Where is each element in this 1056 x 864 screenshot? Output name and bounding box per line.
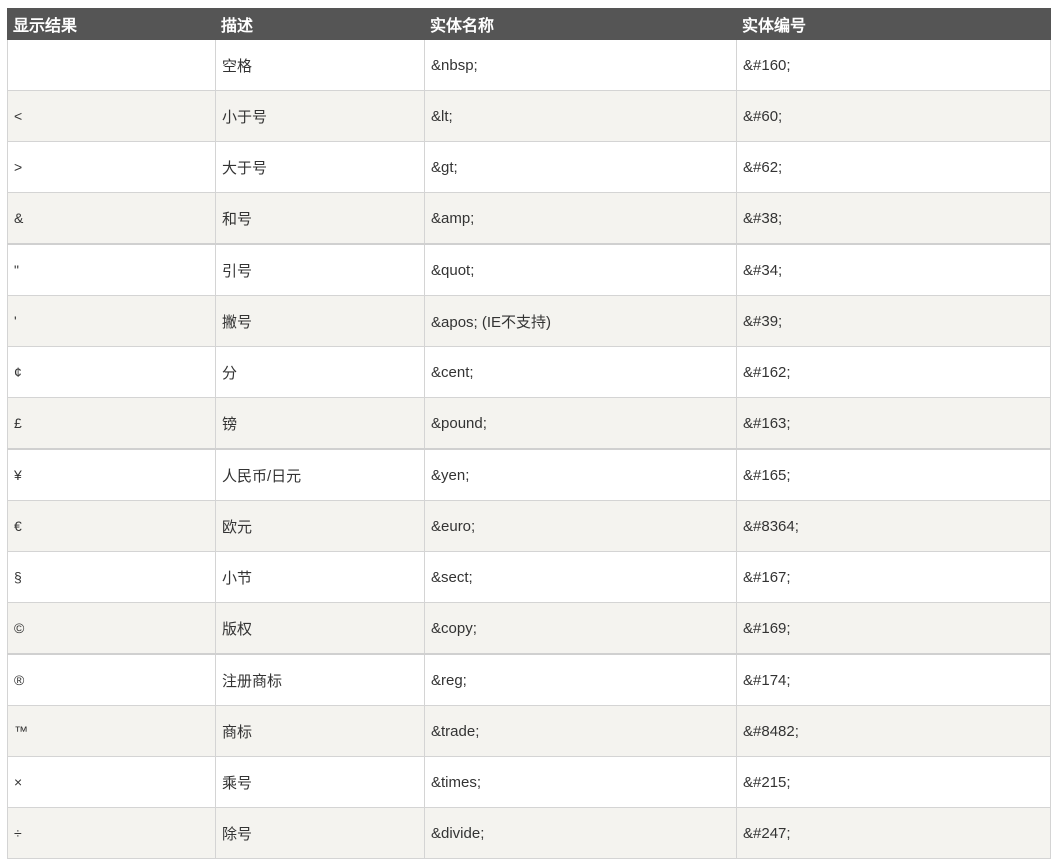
cell-description: 乘号 <box>215 756 425 808</box>
header-row: 显示结果 描述 实体名称 实体编号 <box>7 8 1051 40</box>
table-row: ' 撇号 &apos; (IE不支持) &#39; <box>7 295 1051 347</box>
cell-description: 引号 <box>215 243 425 296</box>
table-row: & 和号 &amp; &#38; <box>7 192 1051 245</box>
cell-result: ® <box>7 653 216 706</box>
cell-description: 欧元 <box>215 500 425 552</box>
table-row: § 小节 &sect; &#167; <box>7 551 1051 603</box>
cell-result: & <box>7 192 216 245</box>
cell-result: ™ <box>7 705 216 757</box>
cell-result: " <box>7 243 216 296</box>
cell-description: 版权 <box>215 602 425 655</box>
cell-entity-number: &#247; <box>736 807 1051 859</box>
table-row: € 欧元 &euro; &#8364; <box>7 500 1051 552</box>
cell-entity-name: &nbsp; <box>424 39 737 91</box>
cell-entity-name: &euro; <box>424 500 737 552</box>
cell-entity-number: &#8482; <box>736 705 1051 757</box>
cell-description: 人民币/日元 <box>215 448 425 501</box>
header-entity-number: 实体编号 <box>736 8 1051 40</box>
cell-entity-number: &#38; <box>736 192 1051 245</box>
cell-entity-number: &#174; <box>736 653 1051 706</box>
cell-entity-name: &cent; <box>424 346 737 398</box>
table-body: 空格 &nbsp; &#160; < 小于号 &lt; &#60; > 大于号 … <box>7 39 1051 859</box>
cell-result: ÷ <box>7 807 216 859</box>
table-row: < 小于号 &lt; &#60; <box>7 90 1051 142</box>
cell-entity-name: &sect; <box>424 551 737 603</box>
cell-entity-name: &apos; (IE不支持) <box>424 295 737 347</box>
cell-entity-name: &copy; <box>424 602 737 655</box>
cell-description: 镑 <box>215 397 425 450</box>
header-result: 显示结果 <box>7 8 216 40</box>
table-row: " 引号 &quot; &#34; <box>7 243 1051 296</box>
cell-description: 大于号 <box>215 141 425 193</box>
cell-result: × <box>7 756 216 808</box>
cell-entity-number: &#215; <box>736 756 1051 808</box>
cell-description: 商标 <box>215 705 425 757</box>
cell-description: 注册商标 <box>215 653 425 706</box>
cell-result: ' <box>7 295 216 347</box>
cell-entity-name: &lt; <box>424 90 737 142</box>
cell-description: 和号 <box>215 192 425 245</box>
cell-entity-number: &#39; <box>736 295 1051 347</box>
table-row: × 乘号 &times; &#215; <box>7 756 1051 808</box>
cell-result: £ <box>7 397 216 450</box>
cell-entity-number: &#165; <box>736 448 1051 501</box>
cell-description: 空格 <box>215 39 425 91</box>
cell-result: § <box>7 551 216 603</box>
cell-entity-number: &#163; <box>736 397 1051 450</box>
cell-entity-name: &amp; <box>424 192 737 245</box>
cell-entity-name: &pound; <box>424 397 737 450</box>
cell-result: © <box>7 602 216 655</box>
cell-entity-number: &#62; <box>736 141 1051 193</box>
table-row: > 大于号 &gt; &#62; <box>7 141 1051 193</box>
cell-entity-name: &trade; <box>424 705 737 757</box>
entity-table-container: 显示结果 描述 实体名称 实体编号 空格 &nbsp; &#160; < 小于号… <box>7 8 1051 859</box>
table-row: 空格 &nbsp; &#160; <box>7 39 1051 91</box>
cell-entity-name: &divide; <box>424 807 737 859</box>
cell-entity-name: &quot; <box>424 243 737 296</box>
table-row: £ 镑 &pound; &#163; <box>7 397 1051 450</box>
cell-description: 撇号 <box>215 295 425 347</box>
cell-result: > <box>7 141 216 193</box>
cell-description: 小节 <box>215 551 425 603</box>
cell-entity-number: &#160; <box>736 39 1051 91</box>
html-entity-table: 显示结果 描述 实体名称 实体编号 空格 &nbsp; &#160; < 小于号… <box>7 8 1051 859</box>
header-entity-name: 实体名称 <box>424 8 737 40</box>
table-row: © 版权 &copy; &#169; <box>7 602 1051 655</box>
cell-entity-number: &#167; <box>736 551 1051 603</box>
cell-entity-number: &#162; <box>736 346 1051 398</box>
cell-description: 分 <box>215 346 425 398</box>
header-description: 描述 <box>215 8 425 40</box>
cell-result: < <box>7 90 216 142</box>
table-header: 显示结果 描述 实体名称 实体编号 <box>7 8 1051 40</box>
table-row: ÷ 除号 &divide; &#247; <box>7 807 1051 859</box>
table-row: ® 注册商标 &reg; &#174; <box>7 653 1051 706</box>
cell-entity-name: &reg; <box>424 653 737 706</box>
cell-entity-name: &times; <box>424 756 737 808</box>
cell-description: 小于号 <box>215 90 425 142</box>
cell-entity-number: &#8364; <box>736 500 1051 552</box>
table-row: ™ 商标 &trade; &#8482; <box>7 705 1051 757</box>
cell-entity-name: &gt; <box>424 141 737 193</box>
table-row: ¢ 分 &cent; &#162; <box>7 346 1051 398</box>
cell-entity-number: &#34; <box>736 243 1051 296</box>
cell-entity-number: &#60; <box>736 90 1051 142</box>
cell-description: 除号 <box>215 807 425 859</box>
table-row: ¥ 人民币/日元 &yen; &#165; <box>7 448 1051 501</box>
cell-result: ¢ <box>7 346 216 398</box>
cell-result <box>7 39 216 91</box>
cell-entity-number: &#169; <box>736 602 1051 655</box>
cell-result: ¥ <box>7 448 216 501</box>
cell-entity-name: &yen; <box>424 448 737 501</box>
cell-result: € <box>7 500 216 552</box>
